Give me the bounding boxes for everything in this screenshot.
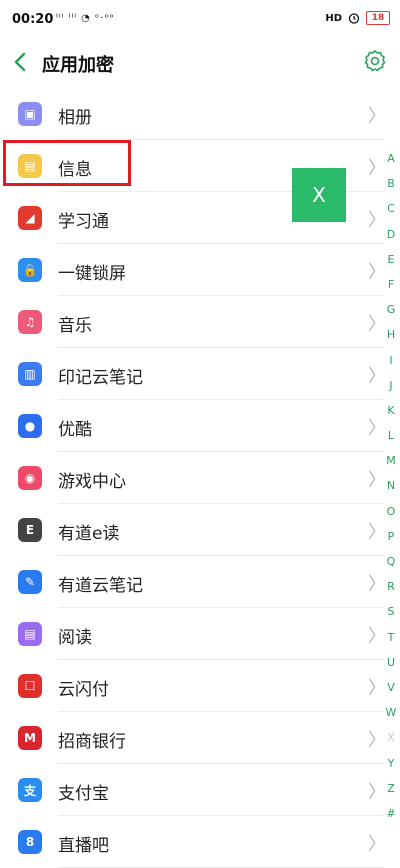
app-icon: ♫ [18,310,42,334]
alpha-index-letter[interactable]: E [382,247,400,272]
list-item[interactable]: ☐ 云闪付〉 [0,660,400,712]
app-icon: ◉ [18,466,42,490]
app-icon: ☐ [18,674,42,698]
list-item[interactable]: ● 优酷〉 [0,400,400,452]
app-icon: ● [18,414,42,438]
alpha-index-letter[interactable]: # [382,801,400,826]
alpha-index-letter[interactable]: C [382,196,400,221]
app-label: 云闪付 [58,680,109,700]
list-item[interactable]: 🔒 一键锁屏〉 [0,244,400,296]
app-icon: M [18,726,42,750]
alpha-index-letter[interactable]: I [382,348,400,373]
alpha-index-letter[interactable]: F [382,272,400,297]
app-label: 支付宝 [58,784,109,804]
app-icon: ▤ [18,622,42,646]
app-label: 一键锁屏 [58,264,126,284]
settings-gear-icon[interactable] [362,48,388,74]
back-arrow-icon[interactable] [10,50,30,74]
alpha-index-letter[interactable]: G [382,297,400,322]
app-label: 学习通 [58,212,109,232]
app-label: 阅读 [58,628,92,648]
alpha-index-letter[interactable]: N [382,473,400,498]
list-item[interactable]: ♫ 音乐〉 [0,296,400,348]
app-icon: ✎ [18,570,42,594]
app-header: 应用加密 [0,40,400,84]
alpha-index-letter[interactable]: T [382,625,400,650]
alpha-index-letter[interactable]: R [382,574,400,599]
app-label: 有道e读 [58,524,120,544]
app-label: 相册 [58,108,92,128]
alpha-index-letter[interactable]: S [382,599,400,624]
app-label: 有道云笔记 [58,576,143,596]
page-title: 应用加密 [42,55,114,76]
list-item[interactable]: 支支付宝〉 [0,764,400,816]
app-icon: ◢ [18,206,42,230]
list-item[interactable]: ▣ 相册 〉 [0,88,400,140]
alpha-index-letter[interactable]: H [382,322,400,347]
alpha-index-letter[interactable]: Z [382,776,400,801]
alpha-index-letter[interactable]: W [382,700,400,725]
app-icon: E [18,518,42,542]
app-label: 印记云笔记 [58,368,143,388]
close-overlay-button[interactable]: X [292,168,346,222]
alpha-index-letter[interactable]: D [382,222,400,247]
app-icon: 支 [18,778,42,802]
alpha-index-letter[interactable]: J [382,373,400,398]
alpha-index-letter[interactable]: O [382,499,400,524]
list-item[interactable]: ✎ 有道云笔记〉 [0,556,400,608]
status-right: HD 18 [325,11,390,25]
alphabet-index[interactable]: A B C D E F G H I J K L M N O P Q R S T U V W X Y Z # [382,146,400,826]
list-item[interactable]: M 招商银行〉 [0,712,400,764]
alpha-index-letter[interactable]: L [382,423,400,448]
alpha-index-letter[interactable]: V [382,675,400,700]
app-label: 游戏中心 [58,472,126,492]
app-label: 直播吧 [58,836,109,856]
battery-icon: 18 [366,11,390,25]
alpha-index-letter[interactable]: B [382,171,400,196]
alpha-index-letter[interactable]: P [382,524,400,549]
app-icon: 🔒 [18,258,42,282]
app-icon: ▣ [18,102,42,126]
list-item[interactable]: 8 直播吧 〉 [0,816,400,868]
alpha-index-letter[interactable]: A [382,146,400,171]
list-item[interactable]: ▥ 印记云笔记〉 [0,348,400,400]
app-label: 招商银行 [58,732,126,752]
alpha-index-letter[interactable]: Y [382,751,400,776]
list-item[interactable]: ◉ 游戏中心〉 [0,452,400,504]
app-icon: 8 [18,830,42,854]
hd-icon: HD [325,12,342,24]
highlight-box [3,140,131,186]
signal-icons: ᴵᴵˡ ᴵᴵˡ ◔ ᵒ·ᵒᵒ [56,13,115,24]
list-item[interactable]: E 有道e读〉 [0,504,400,556]
chevron-right-icon: 〉 [368,834,386,855]
status-bar: 00:20 ᴵᴵˡ ᴵᴵˡ ◔ ᵒ·ᵒᵒ HD 18 [0,0,400,40]
chevron-right-icon: 〉 [368,106,386,127]
alpha-index-letter[interactable]: K [382,398,400,423]
alpha-index-letter[interactable]: U [382,650,400,675]
app-icon: ▥ [18,362,42,386]
alpha-index-letter[interactable]: Q [382,549,400,574]
app-label: 音乐 [58,316,92,336]
alarm-icon [348,13,360,24]
list-item[interactable]: ▤ 阅读〉 [0,608,400,660]
status-time: 00:20 [12,12,54,27]
alpha-index-letter[interactable]: M [382,448,400,473]
alpha-index-letter[interactable]: X [382,725,400,750]
app-label: 优酷 [58,420,92,440]
